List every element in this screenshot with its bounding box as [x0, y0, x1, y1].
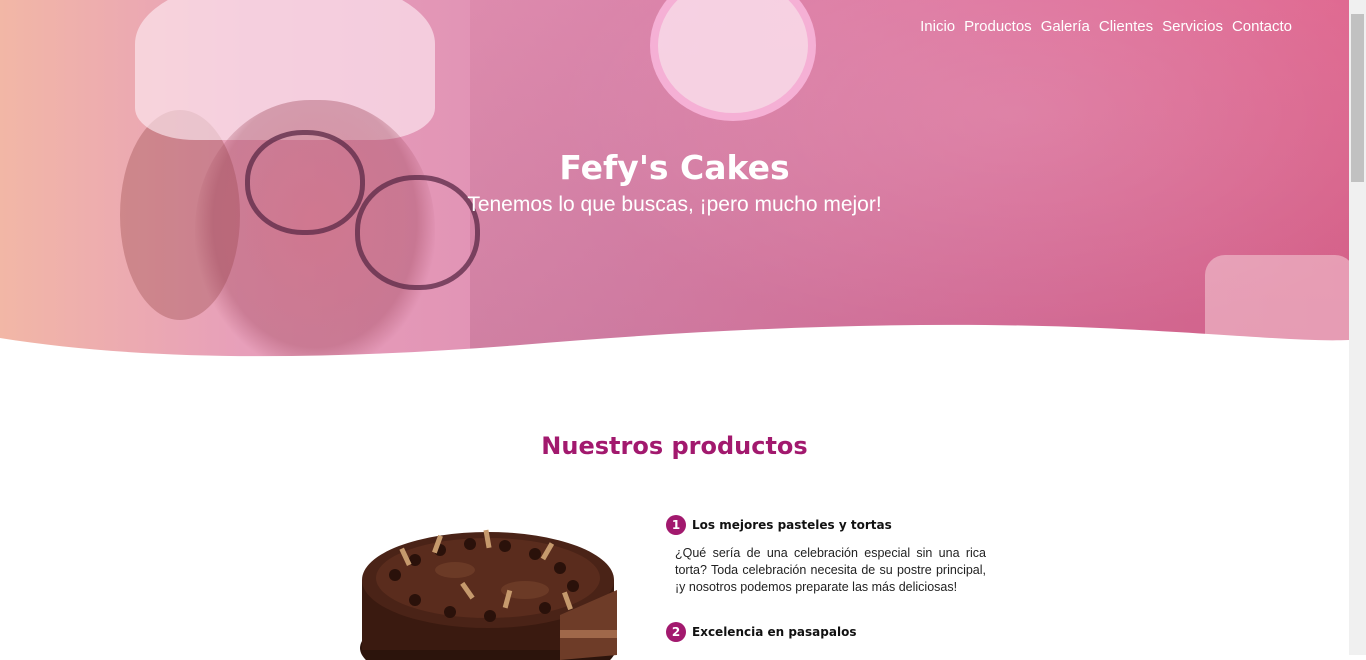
- products-section-title: Nuestros productos: [541, 432, 808, 460]
- scrollbar-thumb[interactable]: [1351, 14, 1364, 182]
- main-nav: Inicio Productos Galería Clientes Servic…: [920, 18, 1292, 35]
- hero-wave-divider: [0, 324, 1349, 380]
- feature-2: 2 Excelencia en pasapalos: [666, 622, 996, 642]
- nav-servicios[interactable]: Servicios: [1162, 18, 1223, 35]
- feature-number-badge: 1: [666, 515, 686, 535]
- chocolate-cake-image: [360, 529, 617, 660]
- feature-description: ¿Qué sería de una celebración especial s…: [675, 546, 986, 594]
- nav-clientes[interactable]: Clientes: [1099, 18, 1153, 35]
- feature-title: Los mejores pasteles y tortas: [692, 518, 892, 532]
- hero-banner: Inicio Productos Galería Clientes Servic…: [0, 0, 1349, 380]
- feature-1: 1 Los mejores pasteles y tortas ¿Qué ser…: [666, 515, 996, 596]
- nav-inicio[interactable]: Inicio: [920, 18, 955, 35]
- feature-title: Excelencia en pasapalos: [692, 625, 857, 639]
- nav-contacto[interactable]: Contacto: [1232, 18, 1292, 35]
- nav-productos[interactable]: Productos: [964, 18, 1032, 35]
- hero-subtitle: Tenemos lo que buscas, ¡pero mucho mejor…: [467, 193, 882, 216]
- hero-title: Fefy's Cakes: [559, 148, 790, 187]
- feature-number-badge: 2: [666, 622, 686, 642]
- vertical-scrollbar[interactable]: [1349, 0, 1366, 655]
- nav-galeria[interactable]: Galería: [1041, 18, 1090, 35]
